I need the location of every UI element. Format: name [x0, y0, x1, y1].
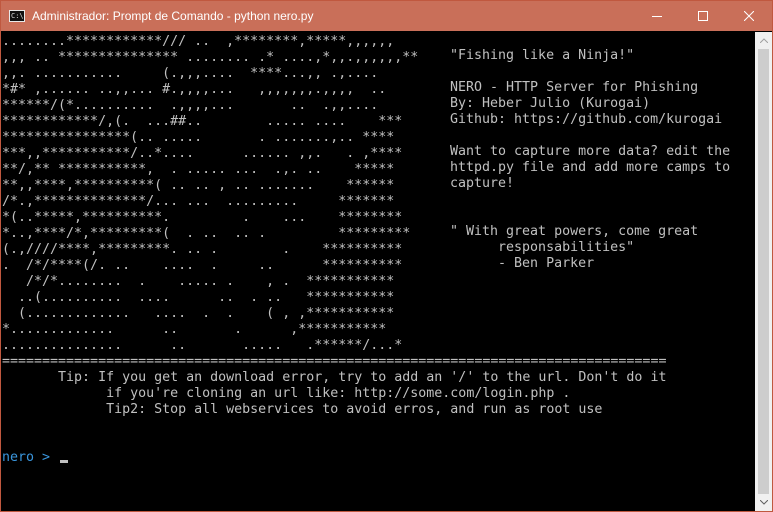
window-controls: [634, 1, 772, 31]
close-button[interactable]: [726, 1, 772, 31]
chevron-up-icon: [759, 38, 768, 43]
vertical-scrollbar[interactable]: [755, 32, 772, 511]
scroll-down-button[interactable]: [755, 494, 772, 511]
window-title: Administrador: Prompt de Comando - pytho…: [32, 9, 314, 23]
maximize-icon: [698, 11, 708, 21]
console-output[interactable]: ........************/// .. ,********,***…: [1, 32, 756, 511]
scroll-thumb[interactable]: [758, 49, 769, 494]
ascii-art-ninja: ........************/// .. ,********,***…: [2, 34, 419, 353]
separator-line: ========================================…: [2, 354, 666, 369]
command-prompt-window: C:\ Administrador: Prompt de Comando - p…: [0, 0, 773, 512]
banner-info-text: "Fishing like a Ninja!" NERO - HTTP Serv…: [450, 48, 731, 271]
cmd-app-icon: C:\: [9, 10, 25, 22]
minimize-icon: [652, 16, 662, 17]
minimize-button[interactable]: [634, 1, 680, 31]
chevron-down-icon: [759, 500, 768, 505]
tips-text: Tip: If you get an download error, try t…: [58, 370, 667, 417]
maximize-button[interactable]: [680, 1, 726, 31]
scroll-up-button[interactable]: [755, 32, 772, 49]
close-icon: [744, 11, 754, 21]
prompt-label: nero >: [2, 450, 59, 465]
command-line[interactable]: nero >: [2, 450, 69, 466]
title-bar[interactable]: C:\ Administrador: Prompt de Comando - p…: [1, 1, 772, 31]
text-cursor: [60, 460, 69, 463]
